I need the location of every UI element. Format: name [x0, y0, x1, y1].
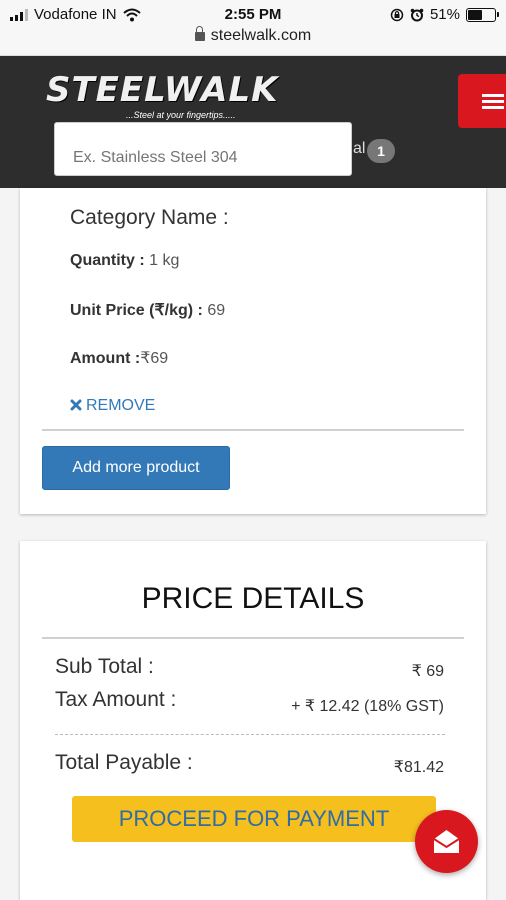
status-right: 51% [390, 6, 499, 23]
search-input[interactable] [54, 122, 352, 176]
menu-icon-line [482, 106, 504, 109]
tax-amount-label: Tax Amount : [55, 688, 177, 711]
alarm-icon [410, 8, 424, 21]
site-header: STEELWALK ...Steel at your fingertips...… [0, 56, 506, 188]
logo-tagline: ...Steel at your fingertips..... [126, 110, 236, 120]
site-logo[interactable]: STEELWALK ...Steel at your fingertips...… [46, 70, 279, 120]
menu-icon-line [482, 100, 504, 103]
divider [42, 637, 464, 639]
cart-count-badge[interactable]: 1 [367, 139, 395, 163]
status-bar: Vodafone IN 2:55 PM 51% steelwalk.com [0, 0, 506, 56]
close-icon [70, 399, 82, 411]
address-bar[interactable]: steelwalk.com [0, 26, 506, 45]
proceed-for-payment-button[interactable]: PROCEED FOR PAYMENT [72, 796, 436, 842]
add-more-product-button[interactable]: Add more product [42, 446, 230, 490]
unit-price-value: 69 [207, 302, 226, 319]
contact-mail-button[interactable] [415, 810, 478, 873]
subtotal-label: Sub Total : [55, 655, 154, 678]
subtotal-value: ₹ 69 [411, 663, 444, 680]
divider [42, 429, 464, 431]
amount-label: Amount : [70, 350, 141, 367]
amount-value: ₹69 [140, 350, 169, 367]
total-payable-label: Total Payable : [55, 751, 193, 774]
url-text: steelwalk.com [210, 27, 312, 44]
quantity-label: Quantity : [70, 252, 145, 269]
price-details-title: PRICE DETAILS [141, 582, 365, 615]
tax-amount-value: + ₹ 12.42 (18% GST) [291, 698, 444, 715]
category-name-label: Category Name : [70, 206, 229, 229]
orientation-lock-icon [390, 8, 404, 21]
remove-button[interactable]: REMOVE [70, 397, 155, 415]
menu-button[interactable] [458, 74, 506, 128]
total-payable-value: ₹81.42 [393, 759, 444, 776]
unit-price-row: Unit Price (₹/kg) : 69 [70, 300, 225, 320]
battery-icon [466, 7, 499, 22]
mail-icon [433, 830, 460, 853]
logo-text: STEELWALK [46, 70, 279, 110]
quantity-row: Quantity : 1 kg [70, 252, 179, 270]
amount-row: Amount :₹69 [70, 348, 168, 368]
cart-label[interactable]: al [353, 140, 365, 158]
remove-label: REMOVE [86, 397, 156, 414]
battery-percent: 51% [429, 6, 460, 23]
lock-icon [194, 26, 205, 41]
quantity-value: 1 kg [149, 252, 180, 269]
product-card: Category Name : Quantity : 1 kg Unit Pri… [20, 188, 486, 514]
dashed-divider [55, 734, 445, 735]
unit-price-label: Unit Price (₹/kg) : [70, 302, 203, 319]
menu-icon [482, 94, 504, 97]
